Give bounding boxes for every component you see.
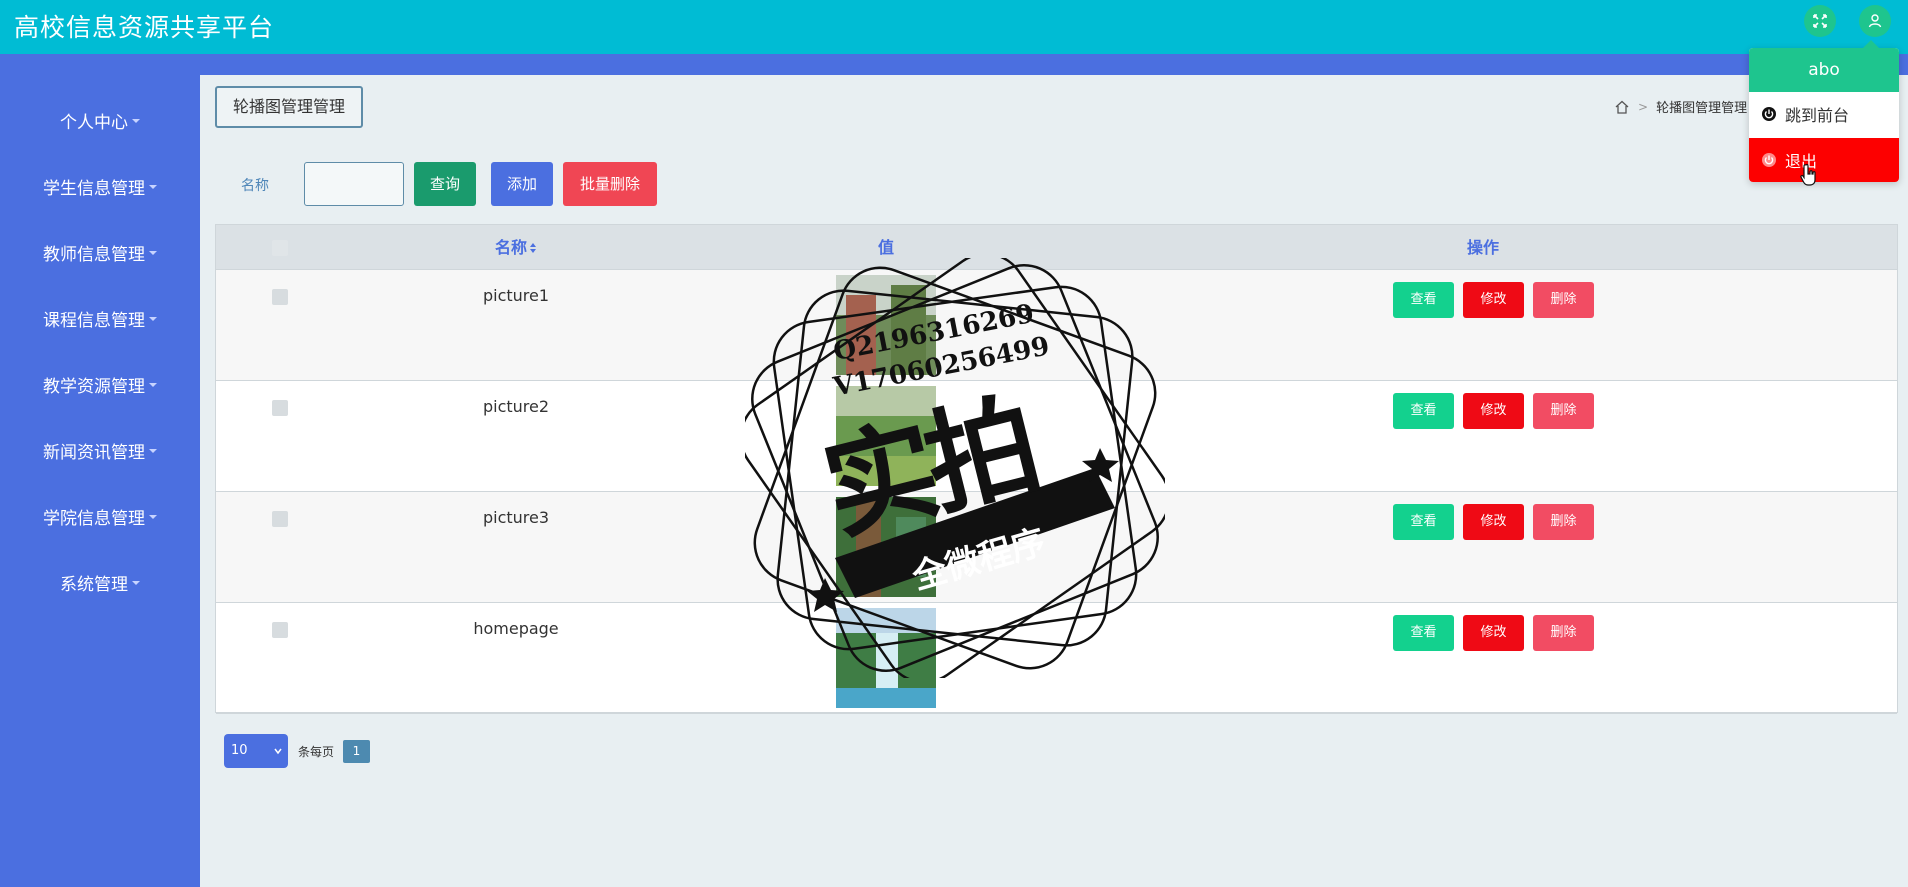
sidebar-item-teachers[interactable]: 教师信息管理 bbox=[0, 235, 200, 275]
per-page-label: 条每页 bbox=[298, 745, 335, 759]
sidebar-item-system[interactable]: 系统管理 bbox=[0, 565, 200, 605]
row-checkbox[interactable] bbox=[272, 622, 288, 638]
view-button[interactable]: 查看 bbox=[1393, 615, 1454, 651]
home-icon[interactable] bbox=[1614, 99, 1630, 115]
sidebar-item-label: 新闻资讯管理 bbox=[43, 443, 145, 463]
sidebar-item-news[interactable]: 新闻资讯管理 bbox=[0, 433, 200, 473]
select-all-checkbox[interactable] bbox=[272, 240, 288, 256]
sidebar-item-personal-center[interactable]: 个人中心 bbox=[0, 103, 200, 143]
view-button[interactable]: 查看 bbox=[1393, 504, 1454, 540]
caret-down-icon bbox=[149, 251, 157, 255]
page-size-value: 10 bbox=[231, 743, 248, 758]
add-button[interactable]: 添加 bbox=[491, 162, 553, 206]
table-row: picture3 查看 修改 删除 bbox=[216, 492, 1897, 603]
top-header: 高校信息资源共享平台 bbox=[0, 0, 1908, 54]
main-content: 轮播图管理管理 > 轮播图管理管理 名称 查询 添加 批量删除 名称 值 操作 … bbox=[200, 75, 1908, 887]
chevron-down-icon bbox=[274, 748, 282, 755]
search-name-label: 名称 bbox=[241, 178, 269, 194]
sidebar-item-courses[interactable]: 课程信息管理 bbox=[0, 301, 200, 341]
breadcrumb-separator: > bbox=[1638, 99, 1649, 114]
caret-down-icon bbox=[149, 185, 157, 189]
goto-front-menu-item[interactable]: 跳到前台 bbox=[1749, 92, 1899, 136]
edit-button[interactable]: 修改 bbox=[1463, 504, 1524, 540]
edit-button[interactable]: 修改 bbox=[1463, 282, 1524, 318]
sidebar-item-students[interactable]: 学生信息管理 bbox=[0, 169, 200, 209]
caret-down-icon bbox=[149, 317, 157, 321]
sidebar-item-label: 学院信息管理 bbox=[43, 509, 145, 529]
sidebar-item-label: 系统管理 bbox=[60, 575, 128, 595]
sidebar-item-label: 学生信息管理 bbox=[43, 179, 145, 199]
row-image-thumbnail[interactable] bbox=[836, 608, 936, 708]
table-row: picture1 查看 修改 删除 bbox=[216, 270, 1897, 381]
delete-button[interactable]: 删除 bbox=[1533, 504, 1594, 540]
batch-delete-button[interactable]: 批量删除 bbox=[563, 162, 657, 206]
user-dropdown-menu: abo 跳到前台 退出 bbox=[1749, 40, 1899, 182]
caret-down-icon bbox=[132, 581, 140, 585]
search-name-input[interactable] bbox=[304, 162, 404, 206]
page-size-select[interactable]: 10 bbox=[224, 734, 288, 768]
edit-button[interactable]: 修改 bbox=[1463, 615, 1524, 651]
delete-button[interactable]: 删除 bbox=[1533, 282, 1594, 318]
delete-button[interactable]: 删除 bbox=[1533, 393, 1594, 429]
expand-icon bbox=[1813, 14, 1827, 28]
row-name: picture2 bbox=[482, 397, 550, 416]
row-name: picture1 bbox=[482, 286, 550, 305]
sidebar-item-label: 个人中心 bbox=[60, 113, 128, 133]
view-button[interactable]: 查看 bbox=[1393, 282, 1454, 318]
page-number-current[interactable]: 1 bbox=[343, 740, 370, 763]
sidebar-item-label: 教学资源管理 bbox=[43, 377, 145, 397]
view-button[interactable]: 查看 bbox=[1393, 393, 1454, 429]
sidebar-item-resources[interactable]: 教学资源管理 bbox=[0, 367, 200, 407]
table-row: picture2 查看 修改 删除 bbox=[216, 381, 1897, 492]
logout-menu-item[interactable]: 退出 bbox=[1749, 138, 1899, 182]
goto-front-label: 跳到前台 bbox=[1785, 106, 1850, 125]
delete-button[interactable]: 删除 bbox=[1533, 615, 1594, 651]
power-icon bbox=[1762, 107, 1776, 121]
caret-down-icon bbox=[149, 449, 157, 453]
page-title: 轮播图管理管理 bbox=[215, 86, 364, 128]
table-header: 名称 值 操作 bbox=[216, 225, 1897, 270]
sidebar-item-label: 教师信息管理 bbox=[43, 245, 145, 265]
column-header-value: 值 bbox=[877, 238, 894, 257]
row-checkbox[interactable] bbox=[272, 289, 288, 305]
caret-down-icon bbox=[149, 383, 157, 387]
column-header-actions: 操作 bbox=[1466, 238, 1499, 257]
sidebar: 个人中心 学生信息管理 教师信息管理 课程信息管理 教学资源管理 新闻资讯管理 … bbox=[0, 54, 200, 887]
breadcrumb: > 轮播图管理管理 bbox=[1614, 97, 1747, 116]
query-button[interactable]: 查询 bbox=[414, 162, 476, 206]
user-avatar-button[interactable] bbox=[1859, 5, 1891, 37]
breadcrumb-current: 轮播图管理管理 bbox=[1656, 101, 1748, 116]
column-header-name[interactable]: 名称 bbox=[466, 225, 566, 270]
sort-icon bbox=[530, 242, 536, 253]
sidebar-item-colleges[interactable]: 学院信息管理 bbox=[0, 499, 200, 539]
row-name: picture3 bbox=[482, 508, 550, 527]
sidebar-item-label: 课程信息管理 bbox=[43, 311, 145, 331]
row-checkbox[interactable] bbox=[272, 511, 288, 527]
column-header-label: 名称 bbox=[494, 238, 527, 257]
username-label: abo bbox=[1749, 48, 1899, 92]
app-title: 高校信息资源共享平台 bbox=[14, 13, 275, 42]
row-name: homepage bbox=[473, 619, 559, 638]
caret-down-icon bbox=[132, 119, 140, 123]
caret-down-icon bbox=[149, 515, 157, 519]
user-icon bbox=[1868, 14, 1882, 28]
hand-cursor-icon bbox=[1800, 163, 1816, 186]
header-band bbox=[0, 54, 1908, 75]
edit-button[interactable]: 修改 bbox=[1463, 393, 1524, 429]
power-icon bbox=[1762, 153, 1776, 167]
data-table: 名称 值 操作 picture1 查看 修改 删除 picture2 查看 修改… bbox=[215, 224, 1898, 714]
fullscreen-button[interactable] bbox=[1804, 5, 1836, 37]
row-checkbox[interactable] bbox=[272, 400, 288, 416]
table-row: homepage 查看 修改 删除 bbox=[216, 603, 1897, 714]
